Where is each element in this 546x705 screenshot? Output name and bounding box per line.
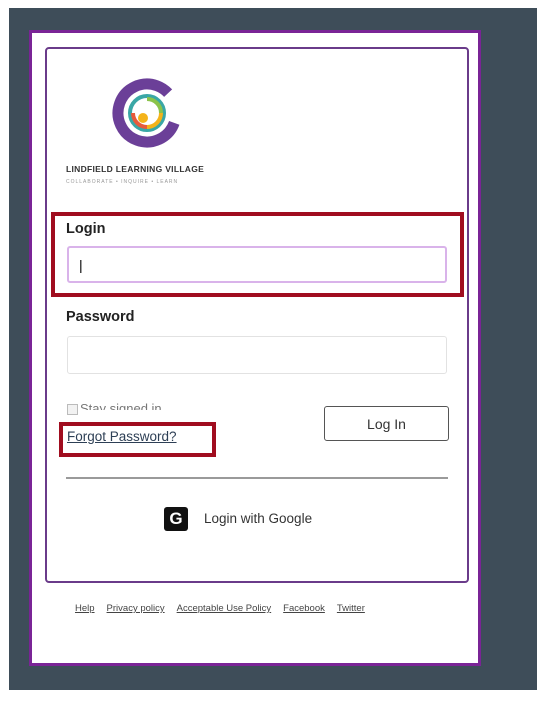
stay-signed-in-checkbox[interactable] [67, 404, 78, 415]
login-button[interactable]: Log In [324, 406, 449, 441]
google-login-link[interactable]: Login with Google [204, 511, 312, 526]
forgot-password-highlight-box [59, 422, 216, 457]
google-icon[interactable]: G [164, 507, 188, 531]
footer-link-facebook[interactable]: Facebook [283, 603, 325, 614]
footer-link-privacy-policy[interactable]: Privacy policy [107, 603, 165, 614]
school-logo-icon [112, 78, 182, 148]
password-input[interactable] [67, 336, 447, 374]
footer-link-acceptable-use-policy[interactable]: Acceptable Use Policy [177, 603, 272, 614]
footer-links: Help Privacy policy Acceptable Use Polic… [75, 603, 365, 614]
footer-link-help[interactable]: Help [75, 603, 95, 614]
password-label: Password [66, 309, 135, 325]
divider [66, 477, 448, 479]
login-highlight-box [51, 212, 464, 297]
footer-link-twitter[interactable]: Twitter [337, 603, 365, 614]
brand-name: LINDFIELD LEARNING VILLAGE [66, 164, 205, 174]
stay-signed-in-label: Stay signed in [80, 401, 162, 410]
brand-tagline: COLLABORATE • INQUIRE • LEARN [66, 179, 179, 185]
